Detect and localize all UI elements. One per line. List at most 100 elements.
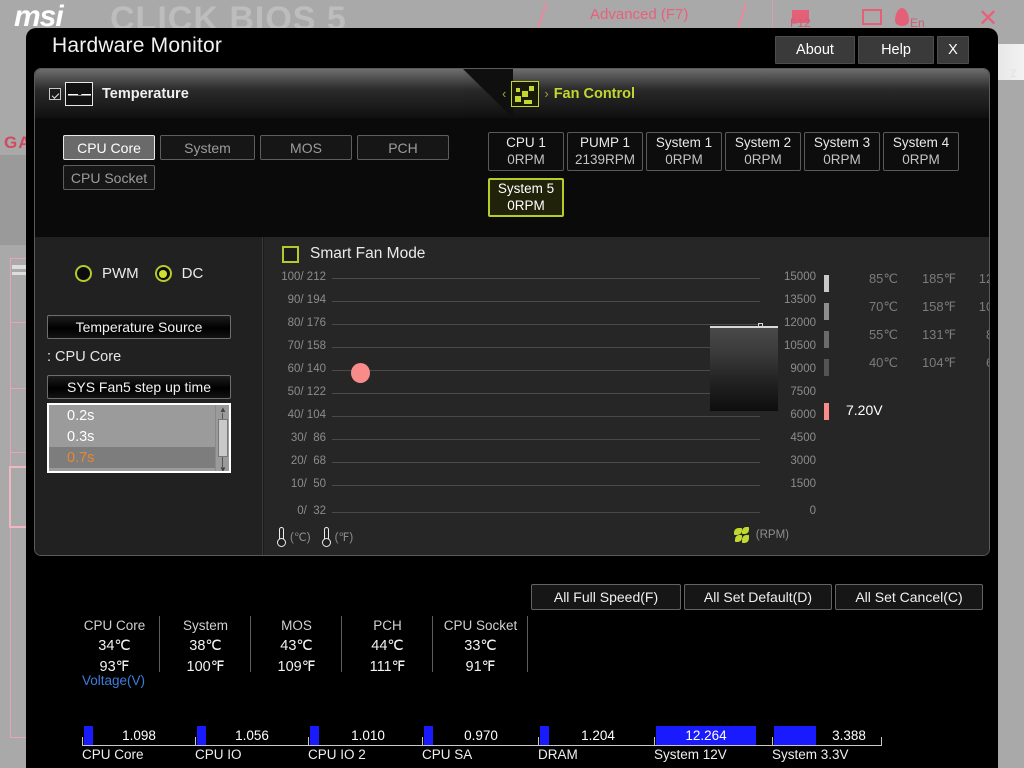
radio-pwm[interactable] [75, 265, 92, 282]
voltage-bar [424, 726, 433, 745]
voltage-label: CPU IO [195, 747, 242, 762]
legend-volts: 12.00V [978, 271, 989, 286]
voltage-value: 1.098 [122, 728, 156, 743]
temp-source-pch[interactable]: PCH [357, 135, 449, 160]
panel-headers: Temperature ‹ › Fan Control [35, 69, 989, 119]
temperature-collapse-icon[interactable] [49, 87, 61, 100]
listbox-scrollbar[interactable]: ▲ ▼ [215, 405, 229, 472]
temp-source-mos[interactable]: MOS [260, 135, 352, 160]
voltage-value: 0.970 [464, 728, 498, 743]
legend-fahrenheit: 131℉ [921, 327, 956, 342]
capture-icon[interactable] [862, 9, 882, 25]
step-up-time-listbox[interactable]: 0.2s 0.3s 0.7s ▲ ▼ [47, 403, 231, 473]
voltage-item-cpu-io-2: 1.010 CPU IO 2 [308, 723, 418, 767]
voltage-value: 3.388 [832, 728, 866, 743]
temperature-summary-bar: CPU Core 34℃ 93℉ System 38℃ 100℉ MOS 43℃… [34, 616, 990, 675]
temperature-source-value: : CPU Core [47, 349, 122, 365]
step-up-time-header[interactable]: SYS Fan5 step up time [47, 375, 231, 399]
temp-source-system[interactable]: System [160, 135, 255, 160]
close-button[interactable]: X [937, 36, 969, 64]
y-left-tick: 90/ 194 [287, 294, 326, 306]
temp-source-cpu-socket[interactable]: CPU Socket [63, 165, 155, 190]
smart-fan-mode-checkbox[interactable] [282, 245, 299, 263]
gridline [332, 347, 760, 348]
temperature-graph-icon [65, 81, 93, 106]
summary-fahrenheit: 109℉ [277, 658, 316, 675]
fan-next-icon[interactable]: › [539, 86, 553, 101]
voltage-legend: 85℃ 185℉ 12.00V 70℃ 158℉ 10.80V 55℃ 131℉ [824, 271, 989, 427]
all-full-speed-button[interactable]: All Full Speed(F) [531, 584, 681, 610]
gridline [332, 485, 760, 486]
bios-right-letter: z [1010, 64, 1017, 80]
fan-rpm: 0RPM [665, 151, 703, 167]
monitor-inner-frame: Temperature ‹ › Fan Control CPU Core Sys… [34, 68, 990, 556]
fan-name: System 5 [497, 180, 555, 196]
all-set-default-button[interactable]: All Set Default(D) [684, 584, 832, 610]
fan-button-system-4[interactable]: System 4 0RPM [883, 132, 959, 171]
y-left-tick: 40/ 104 [287, 409, 326, 421]
summary-cell-mos: MOS 43℃ 109℉ [252, 616, 342, 675]
fan-rpm: 2139RPM [574, 151, 636, 167]
y-left-tick: 30/ 86 [290, 432, 326, 444]
scroll-up-icon[interactable]: ▲ [218, 406, 228, 414]
fan-settings-panel: PWM DC Temperature Source : CPU Core SYS… [35, 237, 263, 555]
fan-button-system-5[interactable]: System 5 0RPM [488, 178, 564, 217]
step-up-option-0-3s[interactable]: 0.3s [49, 426, 229, 447]
chart-axis-footer: (℃) (℉) (RPM) [264, 523, 989, 549]
y-right-tick: 0 [809, 505, 816, 517]
summary-cell-pch: PCH 44℃ 111℉ [343, 616, 433, 675]
step-up-option-0-7s[interactable]: 0.7s [49, 447, 229, 468]
summary-name: MOS [281, 618, 312, 633]
summary-celsius: 44℃ [371, 637, 404, 654]
language-icon[interactable] [895, 8, 909, 26]
all-set-cancel-button[interactable]: All Set Cancel(C) [835, 584, 983, 610]
about-button[interactable]: About [775, 36, 855, 64]
scroll-down-icon[interactable]: ▼ [218, 466, 228, 472]
temperature-source-header[interactable]: Temperature Source [47, 315, 231, 339]
legend-row: 40℃ 104℉ 6.00V [824, 355, 989, 383]
fan-rpm: 0RPM [507, 151, 545, 167]
fan-selector-buttons: CPU 1 0RPM PUMP 1 2139RPM System 1 0RPM … [463, 119, 989, 237]
fan-curve-chart: Smart Fan Mode 100/ 212 90/ 194 80/ 176 … [264, 237, 989, 555]
fan-control-graph-icon [511, 80, 540, 107]
help-button[interactable]: Help [858, 36, 934, 64]
radio-dc[interactable] [154, 265, 172, 282]
temperature-header-label: Temperature [102, 85, 189, 102]
advanced-mode-label[interactable]: Advanced (F7) [590, 6, 688, 23]
y-left-tick: 60/ 140 [287, 363, 326, 375]
summary-fahrenheit: 100℉ [186, 658, 225, 675]
fan-name: System 3 [813, 134, 871, 150]
legend-volts: 6.00V [962, 355, 989, 370]
celsius-unit-label: (℃) [290, 532, 311, 544]
fan-rpm: 0RPM [902, 151, 940, 167]
fan-curve-set-point[interactable] [351, 363, 370, 383]
legend-row: 85℃ 185℉ 12.00V [824, 271, 989, 299]
legend-row: 55℃ 131℉ 8.40V [824, 327, 989, 355]
y-left-tick: 100/ 212 [281, 271, 326, 283]
voltage-label: System 12V [654, 747, 727, 762]
y-right-tick: 4500 [790, 432, 816, 444]
fan-button-cpu-1[interactable]: CPU 1 0RPM [488, 132, 564, 171]
temperature-header: Temperature [35, 69, 501, 118]
fan-button-system-1[interactable]: System 1 0RPM [646, 132, 722, 171]
summary-name: System [182, 618, 228, 633]
scrollbar-thumb[interactable] [218, 419, 228, 457]
y-right-tick: 1500 [790, 478, 816, 490]
fan-button-system-2[interactable]: System 2 0RPM [725, 132, 801, 171]
summary-name: PCH [373, 618, 402, 633]
legend-active-swatch [824, 403, 829, 420]
voltage-label: CPU Core [82, 747, 144, 762]
legend-active-volts: 7.20V [846, 402, 883, 418]
voltage-label: CPU SA [422, 747, 473, 762]
step-up-option-0-2s[interactable]: 0.2s [49, 405, 229, 426]
fan-button-system-3[interactable]: System 3 0RPM [804, 132, 880, 171]
gridline [332, 393, 760, 394]
fan-button-pump-1[interactable]: PUMP 1 2139RPM [567, 132, 643, 171]
fan-prev-icon[interactable]: ‹ [497, 86, 511, 101]
fan-curve-notch [758, 323, 763, 327]
legend-celsius: 40℃ [868, 355, 898, 370]
temp-source-cpu-core[interactable]: CPU Core [63, 135, 155, 160]
summary-celsius: 34℃ [98, 637, 131, 654]
gridline [332, 301, 760, 302]
voltage-section-title: Voltage(V) [82, 673, 146, 688]
